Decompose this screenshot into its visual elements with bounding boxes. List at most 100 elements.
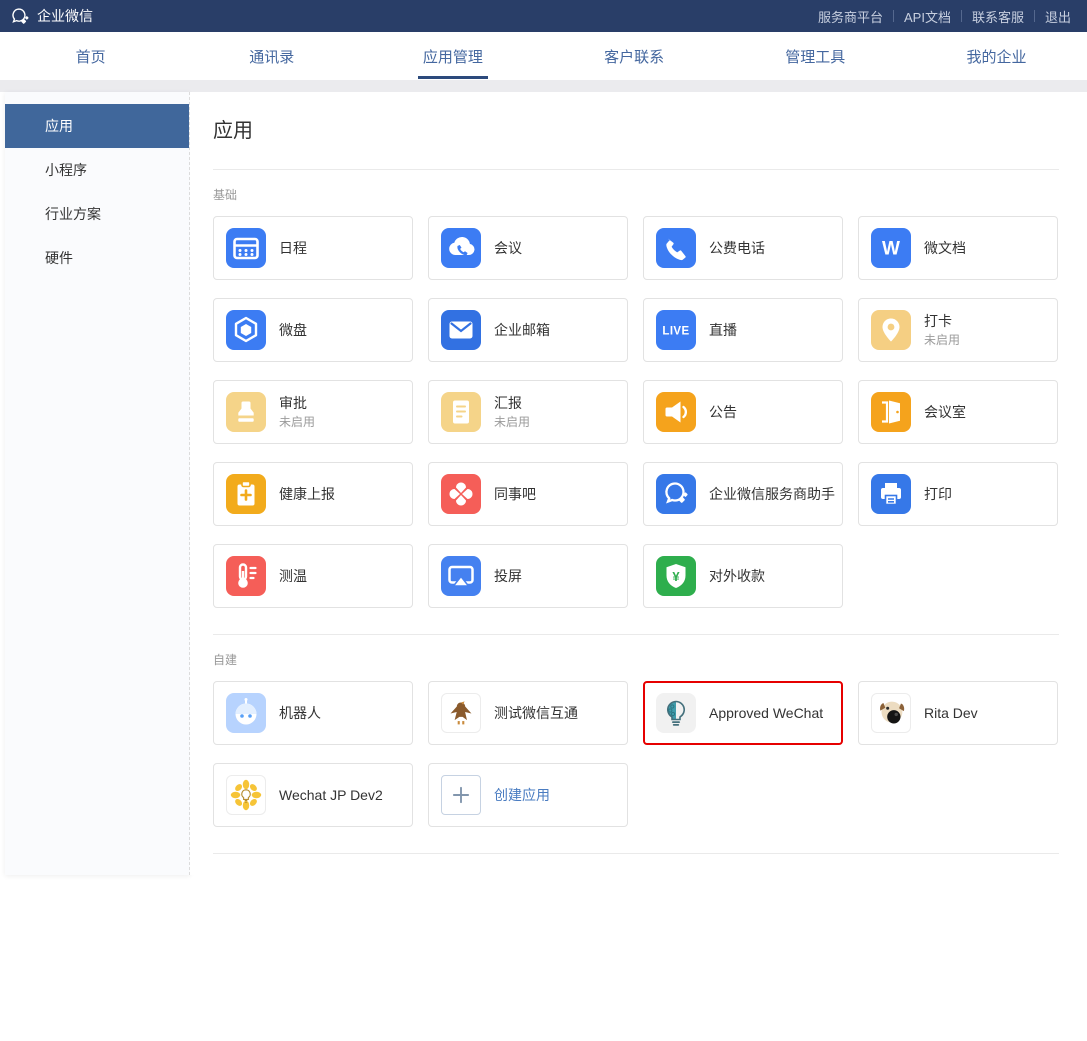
- app-card[interactable]: 会议: [428, 216, 628, 280]
- app-meta: 测试微信互通: [494, 704, 578, 722]
- app-name: 健康上报: [279, 485, 335, 503]
- tab-home[interactable]: 首页: [0, 32, 181, 80]
- app-meta: 企业微信服务商助手: [709, 485, 835, 503]
- app-card[interactable]: 日程: [213, 216, 413, 280]
- tab-app-management[interactable]: 应用管理: [362, 32, 543, 80]
- app-meta: 测温: [279, 567, 307, 585]
- topbar-link-logout[interactable]: 退出: [1045, 7, 1071, 26]
- app-card[interactable]: 企业邮箱: [428, 298, 628, 362]
- app-sections: 基础日程会议公费电话W微文档微盘企业邮箱LIVE直播打卡未启用审批未启用汇报未启…: [213, 170, 1059, 854]
- sidebar-item-industry-solutions[interactable]: 行业方案: [5, 192, 189, 236]
- section-basic-apps: 基础日程会议公费电话W微文档微盘企业邮箱LIVE直播打卡未启用审批未启用汇报未启…: [213, 170, 1059, 635]
- section-custom-apps: 自建机器人测试微信互通Approved WeChatRita DevWechat…: [213, 635, 1059, 854]
- tab-admin-tools[interactable]: 管理工具: [725, 32, 906, 80]
- app-card[interactable]: 打卡未启用: [858, 298, 1058, 362]
- app-name: 企业邮箱: [494, 321, 550, 339]
- app-card[interactable]: LIVE 直播: [643, 298, 843, 362]
- megaphone-icon: [656, 392, 696, 432]
- app-name: 对外收款: [709, 567, 765, 585]
- app-card[interactable]: 测温: [213, 544, 413, 608]
- tab-contacts[interactable]: 通讯录: [181, 32, 362, 80]
- app-name: 公告: [709, 403, 737, 421]
- divider: [893, 10, 894, 22]
- app-card[interactable]: W微文档: [858, 216, 1058, 280]
- app-name: 投屏: [494, 567, 522, 585]
- wecom-bubble-icon: [656, 474, 696, 514]
- app-meta: 健康上报: [279, 485, 335, 503]
- app-meta: 会议: [494, 239, 522, 257]
- plus-icon: [441, 775, 481, 815]
- content-top-gap: [0, 80, 1087, 92]
- app-meta: 直播: [709, 321, 737, 339]
- app-name: 打印: [924, 485, 952, 503]
- shield-yuan-icon: ¥: [656, 556, 696, 596]
- sidebar-item-hardware[interactable]: 硬件: [5, 236, 189, 280]
- app-card[interactable]: 汇报未启用: [428, 380, 628, 444]
- door-icon: [871, 392, 911, 432]
- topbar-link-support[interactable]: 联系客服: [972, 7, 1024, 26]
- app-meta: Wechat JP Dev2: [279, 786, 383, 804]
- app-name: 审批: [279, 394, 315, 412]
- topbar-links: 服务商平台 API文档 联系客服 退出: [818, 7, 1071, 26]
- wecom-logo-icon: [10, 6, 31, 27]
- app-card[interactable]: 测试微信互通: [428, 681, 628, 745]
- app-card[interactable]: 公费电话: [643, 216, 843, 280]
- app-card[interactable]: ¥ 对外收款: [643, 544, 843, 608]
- brand[interactable]: 企业微信: [10, 6, 93, 27]
- app-meta: 审批未启用: [279, 394, 315, 430]
- app-meta: 企业邮箱: [494, 321, 550, 339]
- app-name: 会议室: [924, 403, 966, 421]
- topbar: 企业微信 服务商平台 API文档 联系客服 退出: [0, 0, 1087, 32]
- app-name: 机器人: [279, 704, 321, 722]
- sidebar-item-mini-programs[interactable]: 小程序: [5, 148, 189, 192]
- app-card[interactable]: 会议室: [858, 380, 1058, 444]
- app-name: 会议: [494, 239, 522, 257]
- app-card[interactable]: 打印: [858, 462, 1058, 526]
- app-meta: 打印: [924, 485, 952, 503]
- dog-avatar-icon: [871, 693, 911, 733]
- app-meta: 公告: [709, 403, 737, 421]
- app-card[interactable]: Approved WeChat: [643, 681, 843, 745]
- app-name: 打卡: [924, 312, 960, 330]
- app-meta: 微文档: [924, 239, 966, 257]
- app-card[interactable]: 同事吧: [428, 462, 628, 526]
- app-card[interactable]: 企业微信服务商助手: [643, 462, 843, 526]
- page-body: 应用 小程序 行业方案 硬件 应用 基础日程会议公费电话W微文档微盘企业邮箱LI…: [0, 92, 1087, 875]
- app-card[interactable]: Wechat JP Dev2: [213, 763, 413, 827]
- primary-nav: 首页 通讯录 应用管理 客户联系 管理工具 我的企业: [0, 32, 1087, 80]
- topbar-link-provider-platform[interactable]: 服务商平台: [818, 7, 883, 26]
- app-name: 测温: [279, 567, 307, 585]
- app-name: 直播: [709, 321, 737, 339]
- app-name: Rita Dev: [924, 704, 978, 722]
- brand-name: 企业微信: [37, 6, 93, 26]
- app-name: 企业微信服务商助手: [709, 485, 835, 503]
- app-card[interactable]: 机器人: [213, 681, 413, 745]
- printer-icon: [871, 474, 911, 514]
- app-card[interactable]: 投屏: [428, 544, 628, 608]
- app-card[interactable]: 健康上报: [213, 462, 413, 526]
- svg-text:LIVE: LIVE: [662, 326, 689, 338]
- wedrive-icon: [226, 310, 266, 350]
- app-card[interactable]: Rita Dev: [858, 681, 1058, 745]
- topbar-link-api-docs[interactable]: API文档: [904, 7, 951, 26]
- app-name: 测试微信互通: [494, 704, 578, 722]
- app-card[interactable]: 审批未启用: [213, 380, 413, 444]
- svg-text:¥: ¥: [672, 569, 680, 584]
- app-meta: 对外收款: [709, 567, 765, 585]
- app-card[interactable]: 公告: [643, 380, 843, 444]
- app-status: 未启用: [494, 414, 530, 430]
- app-name: 汇报: [494, 394, 530, 412]
- phone-icon: [656, 228, 696, 268]
- create-app-card[interactable]: 创建应用: [428, 763, 628, 827]
- tab-customer-contact[interactable]: 客户联系: [544, 32, 725, 80]
- divider: [1034, 10, 1035, 22]
- tab-my-company[interactable]: 我的企业: [906, 32, 1087, 80]
- app-meta: 汇报未启用: [494, 394, 530, 430]
- app-name: 创建应用: [494, 786, 550, 804]
- app-card[interactable]: 微盘: [213, 298, 413, 362]
- app-status: 未启用: [924, 332, 960, 348]
- sidebar-item-apps[interactable]: 应用: [5, 104, 189, 148]
- main-content: 应用 基础日程会议公费电话W微文档微盘企业邮箱LIVE直播打卡未启用审批未启用汇…: [190, 92, 1087, 875]
- app-name: 微盘: [279, 321, 307, 339]
- app-meta: 会议室: [924, 403, 966, 421]
